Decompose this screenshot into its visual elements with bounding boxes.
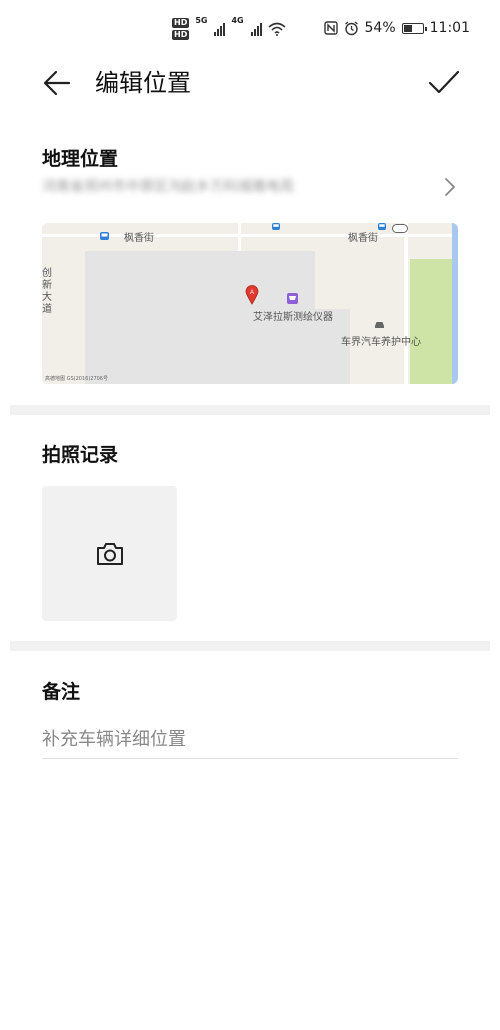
map-poi-label: 车界汽车养护中心: [341, 337, 421, 348]
confirm-button[interactable]: [428, 68, 460, 98]
battery-percent: 54%: [364, 20, 396, 36]
photo-section-title: 拍照记录: [42, 444, 119, 466]
network-type-1: 5G: [195, 16, 208, 25]
status-bar: HD HD 5G 4G 54% 11:01: [0, 0, 500, 56]
map-park: [410, 259, 452, 384]
location-map[interactable]: 枫香街 枫香街 创新大道 A 艾泽拉斯测绘仪器 车界汽车养护中心 高德地图 GS…: [42, 223, 458, 384]
add-photo-button[interactable]: [42, 486, 177, 621]
arrow-left-icon: [43, 70, 71, 96]
hd-badge-2: HD: [172, 30, 190, 40]
map-road: [404, 223, 408, 384]
battery-icon: [401, 22, 427, 34]
signal-icon: [214, 22, 226, 36]
map-road-label: 创新大道: [42, 268, 52, 315]
signal-icon-2: [250, 22, 262, 36]
remarks-section-title: 备注: [42, 681, 81, 703]
map-street-label: 枫香街: [348, 233, 378, 244]
location-pin-icon: A: [245, 285, 259, 305]
shopping-cart-icon: [287, 293, 298, 304]
app-bar: 编辑位置: [0, 56, 500, 112]
bus-stop-icon: [272, 223, 280, 230]
page-title: 编辑位置: [95, 69, 191, 97]
check-icon: [428, 70, 460, 94]
map-copyright: 高德地图 GS(2016)2706号: [45, 376, 108, 382]
bus-stop-icon: [100, 232, 109, 240]
network-type-2: 4G: [231, 16, 244, 25]
road-shield-icon: [392, 224, 408, 233]
hd-badges: HD HD: [172, 18, 190, 40]
bus-stop-icon: [378, 223, 386, 230]
nfc-icon: [323, 21, 338, 35]
chevron-right-icon: [445, 178, 455, 196]
section-divider: [10, 405, 490, 415]
system-indicators: 54% 11:01: [323, 20, 470, 36]
alarm-icon: [344, 20, 358, 35]
remarks-input[interactable]: [42, 720, 458, 759]
pin-letter: A: [250, 290, 254, 296]
camera-icon: [96, 542, 123, 565]
address-text[interactable]: 河南省郑州市中原区沟赵乡万科城雅电苑: [42, 176, 382, 196]
back-button[interactable]: [42, 68, 72, 98]
hd-badge-1: HD: [172, 18, 190, 28]
location-section-title: 地理位置: [42, 148, 119, 170]
section-divider: [10, 641, 490, 651]
wifi-icon: [268, 22, 286, 36]
map-water: [452, 223, 458, 384]
clock: 11:01: [429, 20, 470, 36]
network-indicators: HD HD 5G 4G: [172, 16, 286, 42]
map-street-label: 枫香街: [124, 233, 154, 244]
map-poi-label: 艾泽拉斯测绘仪器: [253, 312, 333, 323]
address-chevron-button[interactable]: [442, 176, 458, 198]
car-service-icon: [375, 322, 384, 328]
